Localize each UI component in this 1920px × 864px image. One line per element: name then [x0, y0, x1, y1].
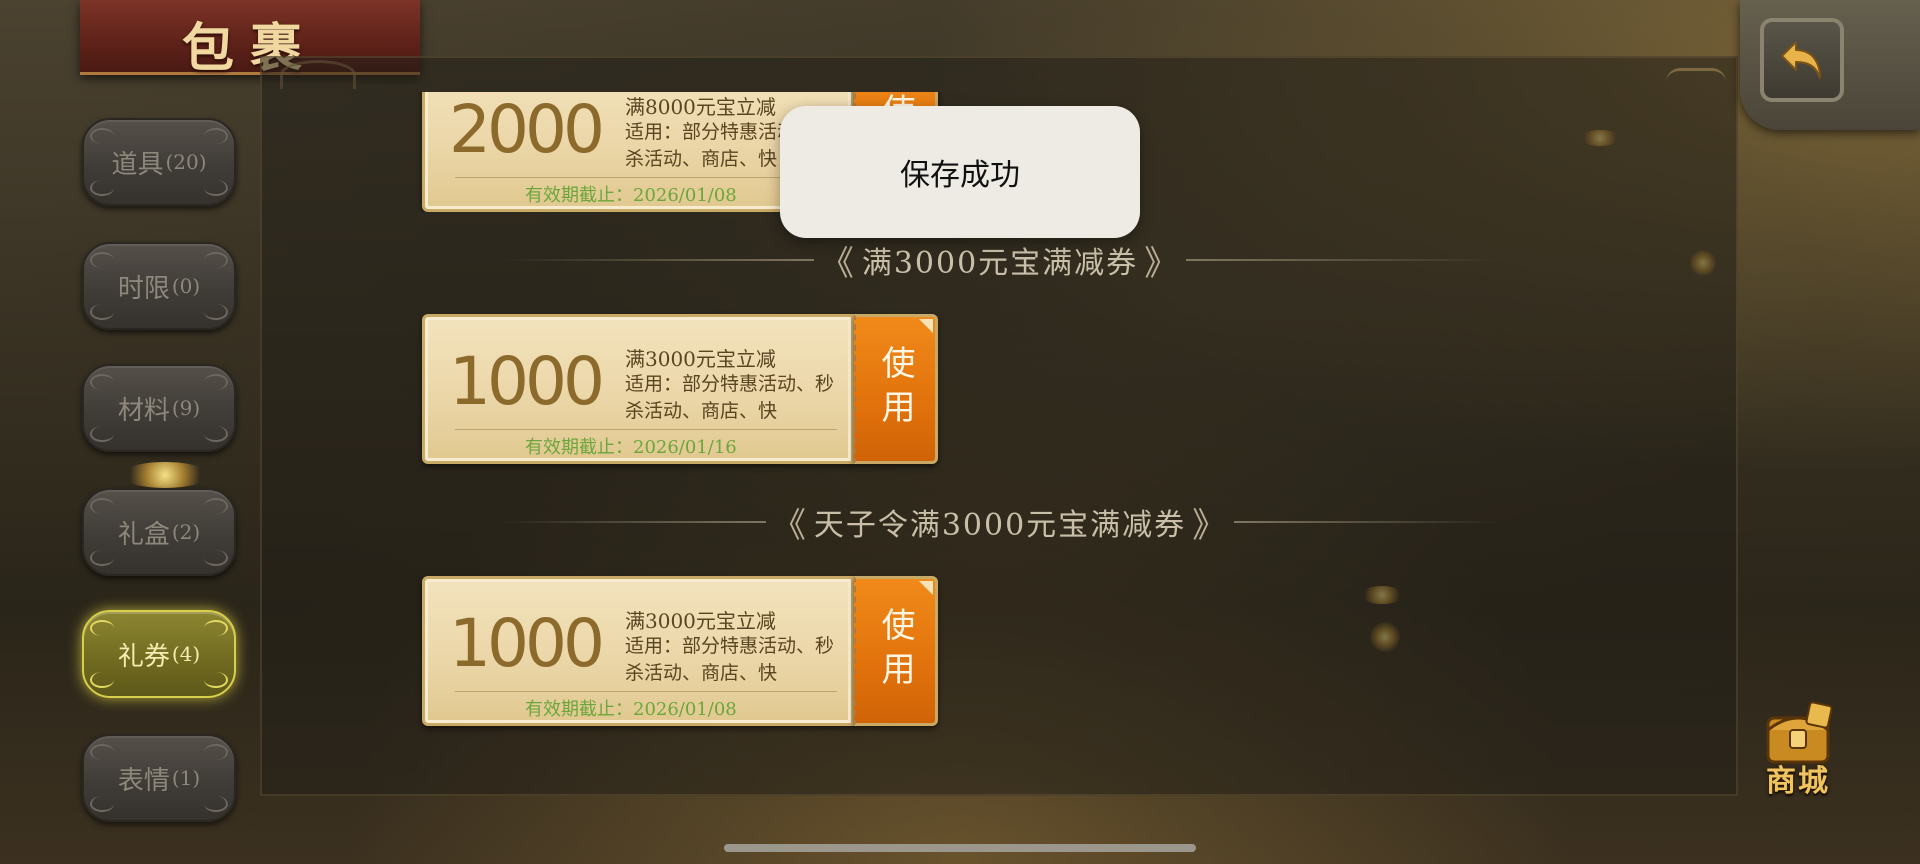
coupon-amount: 1000 — [449, 343, 605, 420]
section-header: 《 满3000元宝满减券 》 — [500, 240, 1501, 284]
corner-fold-icon — [919, 581, 933, 595]
tab-ornament — [90, 744, 114, 760]
sidebar-item-gift-boxes[interactable]: 礼盒 (2) — [82, 488, 236, 576]
use-coupon-button[interactable]: 使用 — [854, 576, 938, 726]
tab-ornament — [204, 498, 228, 514]
sidebar-item-timed[interactable]: 时限 (0) — [82, 242, 236, 330]
panel-corner-ornament — [1666, 68, 1726, 95]
bracket-right-icon: 》 — [1192, 505, 1229, 546]
coupon-title: 满3000元宝立减 — [625, 609, 776, 633]
tab-ornament — [204, 426, 228, 442]
tab-ornament — [204, 744, 228, 760]
tab-ornament — [90, 796, 114, 812]
coupon-body: 1000 满3000元宝立减 适用：部分特惠活动、秒杀活动、商店、快 有效期截止… — [422, 576, 854, 726]
sidebar-item-count: (2) — [171, 520, 201, 544]
section-title: 天子令满3000元宝满减券 — [813, 508, 1187, 543]
coupon-expiry: 有效期截止：2026/01/08 — [525, 185, 737, 206]
corner-fold-icon — [919, 319, 933, 333]
coupon-expiry: 有效期截止：2026/01/08 — [525, 699, 737, 720]
ember-spark — [120, 462, 210, 488]
tab-ornament — [90, 252, 114, 268]
use-coupon-button[interactable]: 使用 — [854, 314, 938, 464]
sidebar-item-label: 礼券 — [117, 641, 170, 672]
tab-ornament — [90, 550, 114, 566]
coupon-card: 1000 满3000元宝立减 适用：部分特惠活动、秒杀活动、商店、快 有效期截止… — [422, 576, 938, 726]
tab-ornament — [204, 550, 228, 566]
section-divider-line — [500, 259, 814, 261]
tab-ornament — [90, 672, 114, 688]
tab-ornament — [90, 374, 114, 390]
tab-ornament — [204, 620, 228, 636]
coupon-divider — [455, 691, 837, 692]
section-header: 《 天子令满3000元宝满减券 》 — [500, 502, 1501, 546]
bracket-right-icon: 》 — [1144, 243, 1181, 284]
sidebar-item-emotes[interactable]: 表情 (1) — [82, 734, 236, 822]
section-title: 满3000元宝满减券 — [861, 246, 1139, 281]
tab-ornament — [90, 304, 114, 320]
coupon-desc: 适用：部分特惠活动、秒杀活动、商店、快 — [625, 373, 835, 422]
tab-ornament — [204, 304, 228, 320]
home-indicator[interactable] — [724, 844, 1196, 852]
sidebar-item-materials[interactable]: 材料 (9) — [82, 364, 236, 452]
shop-button[interactable]: 商城 — [1750, 700, 1846, 800]
bracket-left-icon: 《 — [771, 505, 808, 546]
coupon-title: 满3000元宝立减 — [625, 347, 776, 371]
tab-ornament — [90, 498, 114, 514]
sidebar-item-count: (4) — [171, 642, 201, 666]
sidebar-item-count: (0) — [171, 274, 201, 298]
sidebar-item-coupons[interactable]: 礼券 (4) — [82, 610, 236, 698]
sidebar-item-label: 材料 — [117, 395, 170, 426]
section-divider-line — [500, 521, 766, 523]
back-button[interactable] — [1760, 18, 1844, 102]
bracket-left-icon: 《 — [819, 243, 856, 284]
coupon-title: 满8000元宝立减 — [625, 95, 776, 119]
coupon-body: 1000 满3000元宝立减 适用：部分特惠活动、秒杀活动、商店、快 有效期截止… — [422, 314, 854, 464]
back-arrow-icon — [1781, 41, 1821, 79]
section-divider-line — [1186, 259, 1501, 261]
tab-ornament — [90, 426, 114, 442]
tab-ornament — [204, 672, 228, 688]
use-coupon-label: 使用 — [875, 607, 915, 695]
coupon-divider — [455, 429, 837, 430]
sidebar-item-label: 表情 — [117, 765, 170, 796]
toast-message: 保存成功 — [780, 106, 1140, 238]
coupon-expiry: 有效期截止：2026/01/16 — [525, 437, 737, 458]
tab-ornament — [204, 796, 228, 812]
tab-ornament — [204, 252, 228, 268]
sidebar-item-count: (1) — [171, 766, 201, 790]
sidebar-item-label: 礼盒 — [117, 519, 170, 550]
use-coupon-label: 使用 — [875, 345, 915, 433]
coupon-desc: 适用：部分特惠活动、秒杀活动、商店、快 — [625, 635, 835, 684]
tab-ornament — [204, 374, 228, 390]
coupon-card: 1000 满3000元宝立减 适用：部分特惠活动、秒杀活动、商店、快 有效期截止… — [422, 314, 938, 464]
sidebar-item-label: 时限 — [117, 273, 170, 304]
tab-ornament — [90, 620, 114, 636]
section-divider-line — [1234, 521, 1501, 523]
shop-label: 商城 — [1766, 764, 1830, 799]
coupon-amount: 2000 — [449, 92, 605, 168]
coupon-amount: 1000 — [449, 605, 605, 682]
sidebar-item-count: (9) — [171, 396, 201, 420]
